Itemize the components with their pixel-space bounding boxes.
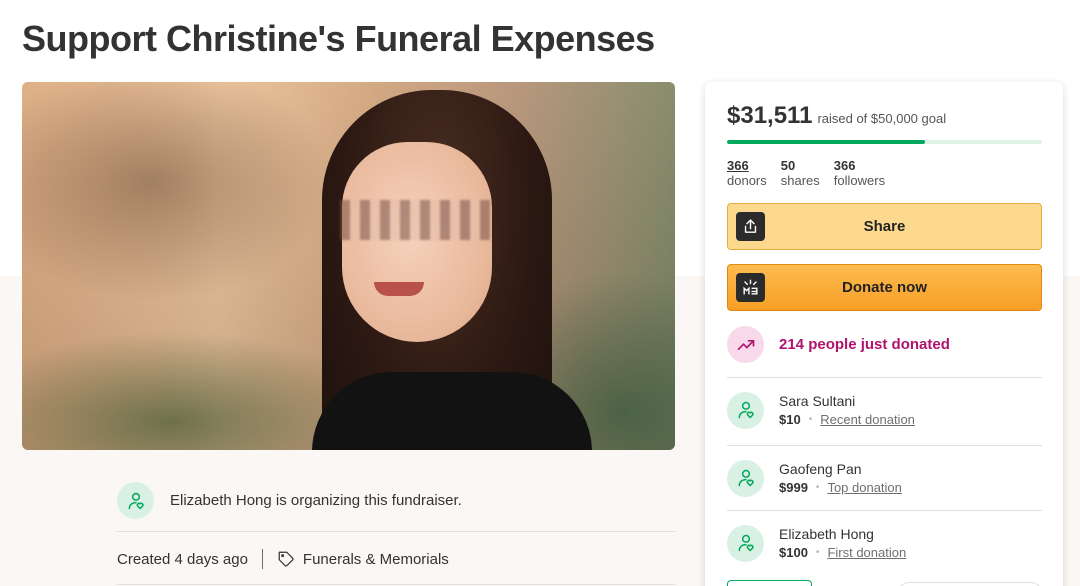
donation-type-link[interactable]: Recent donation [820, 412, 915, 427]
donate-button-label: Donate now [842, 279, 927, 296]
donor-info: Gaofeng Pan $999 • Top donation [779, 461, 902, 495]
dot-separator: • [815, 482, 820, 493]
photo-subject-smile [374, 282, 424, 296]
donor-list-item: Elizabeth Hong $100 • First donation [727, 510, 1042, 575]
stat-label: followers [833, 173, 886, 188]
trending-up-icon [727, 326, 764, 363]
dot-separator: • [815, 547, 820, 558]
person-heart-icon [117, 482, 154, 519]
stat-label: donors [727, 173, 767, 188]
share-button[interactable]: Share [727, 203, 1042, 250]
organizer-text: Elizabeth Hong is organizing this fundra… [170, 492, 462, 509]
stat-donors[interactable]: 366 donors [727, 158, 767, 188]
tag-icon [277, 550, 295, 568]
trend-text: 214 people just donated [779, 336, 950, 353]
person-heart-icon [727, 391, 764, 429]
category-link[interactable]: Funerals & Memorials [303, 551, 449, 568]
stat-followers: 366 followers [834, 158, 885, 188]
recent-donations-trend[interactable]: 214 people just donated [727, 326, 950, 363]
donation-sidebar-card: $31,511 raised of $50,000 goal 366 donor… [705, 82, 1063, 586]
donor-amount: $100 [779, 545, 808, 560]
stat-shares: 50 shares [781, 158, 820, 188]
meta-divider [261, 549, 263, 569]
person-heart-icon [727, 459, 764, 497]
donor-detail: $10 • Recent donation [779, 412, 915, 427]
donor-name: Gaofeng Pan [779, 461, 862, 477]
donor-list-item: Sara Sultani $10 • Recent donation [727, 377, 1042, 442]
fundraiser-hero-photo[interactable] [22, 82, 675, 450]
stat-value: 50 [780, 158, 796, 173]
organizer-row: Elizabeth Hong is organizing this fundra… [117, 470, 675, 532]
donor-amount: $999 [779, 480, 808, 495]
donor-detail: $100 • First donation [779, 545, 906, 560]
see-top-button[interactable] [895, 582, 1045, 586]
upload-icon [736, 212, 765, 241]
see-all-button[interactable] [727, 580, 812, 586]
created-date: Created 4 days ago [117, 550, 248, 568]
goal-text: raised of $50,000 goal [817, 111, 947, 126]
stat-label: shares [780, 173, 820, 188]
photo-subject-face [342, 142, 492, 342]
donor-name: Elizabeth Hong [779, 526, 874, 542]
donor-list-item: Gaofeng Pan $999 • Top donation [727, 445, 1042, 510]
raised-summary: $31,511 raised of $50,000 goal [727, 102, 946, 130]
dot-separator: • [808, 414, 813, 425]
donate-now-button[interactable]: Donate now [727, 264, 1042, 311]
page-title: Support Christine's Funeral Expenses [22, 18, 655, 59]
stats-row: 366 donors 50 shares 366 followers [727, 158, 885, 188]
photo-subject-shirt [312, 372, 592, 450]
raised-amount: $31,511 [727, 102, 813, 129]
donor-detail: $999 • Top donation [779, 480, 902, 495]
donor-info: Sara Sultani $10 • Recent donation [779, 393, 915, 427]
stat-value: 366 [833, 158, 856, 173]
donor-amount: $10 [779, 412, 801, 427]
fundraiser-meta: Created 4 days ago Funerals & Memorials [117, 546, 449, 572]
share-button-label: Share [863, 218, 906, 235]
donor-info: Elizabeth Hong $100 • First donation [779, 526, 906, 560]
gofundme-logo-icon [736, 273, 765, 302]
progress-bar-fill [727, 140, 926, 144]
divider [117, 584, 675, 585]
donor-name: Sara Sultani [779, 393, 856, 409]
progress-bar [727, 140, 1042, 144]
stat-value: 366 [727, 158, 749, 173]
donation-type-link[interactable]: Top donation [827, 480, 901, 495]
pixelated-eyes [340, 200, 490, 240]
person-heart-icon [727, 524, 764, 562]
donation-type-link[interactable]: First donation [827, 545, 906, 560]
